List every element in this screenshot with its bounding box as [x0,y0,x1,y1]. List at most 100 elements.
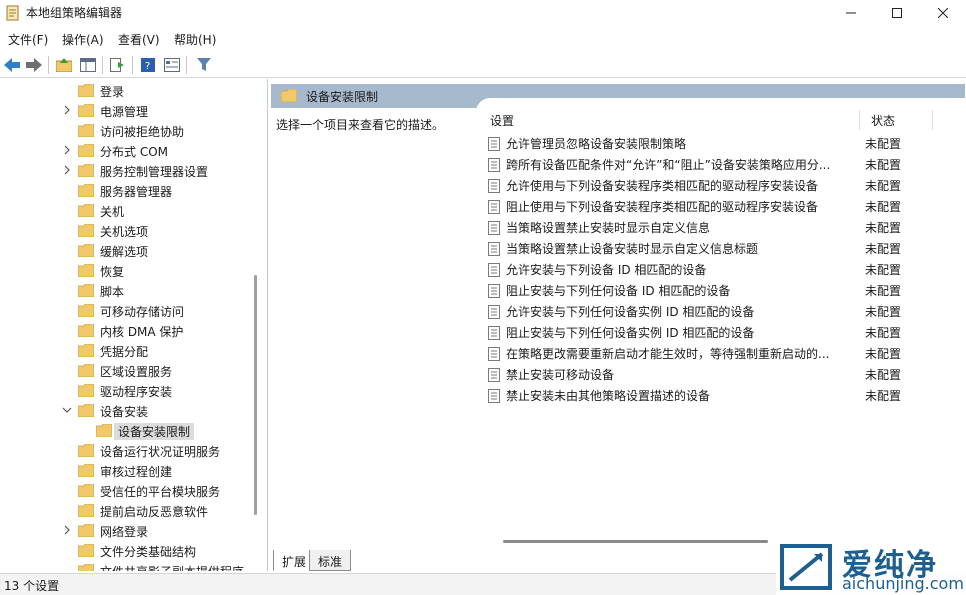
policy-setting-row[interactable]: 跨所有设备匹配条件对“允许”和“阻止”设备安装策略应用分... 未配置 [476,154,956,175]
tree-item[interactable]: 设备安装 [0,401,250,421]
chevron-right-icon[interactable] [62,105,72,115]
toolbar-separator [132,56,133,74]
horizontal-scrollbar[interactable] [503,540,768,543]
policy-setting-state: 未配置 [865,389,902,403]
tree-item[interactable]: 恢复 [0,261,250,281]
tree-item[interactable]: 内核 DMA 保护 [0,321,250,341]
show-hide-tree-button[interactable] [78,55,98,75]
help-button[interactable]: ? [138,55,158,75]
tree-item[interactable]: 文件共享影子副本提供程序 [0,561,250,571]
help-icon: ? [141,58,155,72]
policy-setting-row[interactable]: 允许安装与下列设备 ID 相匹配的设备 未配置 [476,259,956,280]
policy-setting-row[interactable]: 允许管理员忽略设备安装限制策略 未配置 [476,133,956,154]
policy-setting-row[interactable]: 禁止安装未由其他策略设置描述的设备 未配置 [476,385,956,406]
tree-item[interactable]: 凭据分配 [0,341,250,361]
column-header-state[interactable]: 状态 [871,112,895,129]
tree-item-label: 脚本 [100,285,125,299]
tree-item[interactable]: 提前启动反恶意软件 [0,501,250,521]
tab-extended-label: 扩展 [282,555,307,569]
tree-item[interactable]: 审核过程创建 [0,461,250,481]
folder-icon [78,304,94,317]
maximize-icon [892,8,902,18]
tree-item[interactable]: 服务器管理器 [0,181,250,201]
forward-button[interactable] [24,55,44,75]
toolbar: ? [0,52,966,78]
tree-item-label: 关机 [100,205,125,219]
policy-setting-name: 禁止安装未由其他策略设置描述的设备 [506,389,711,403]
maximize-button[interactable] [874,0,920,26]
tree-item[interactable]: 文件分类基础结构 [0,541,250,561]
policy-setting-row[interactable]: 允许使用与下列设备安装程序类相匹配的驱动程序安装设备 未配置 [476,175,956,196]
tree-item[interactable]: 驱动程序安装 [0,381,250,401]
tree-item[interactable]: 可移动存储访问 [0,301,250,321]
policy-setting-name: 当策略设置禁止设备安装时显示自定义信息标题 [506,242,759,256]
folder-icon [78,224,94,237]
policy-setting-row[interactable]: 阻止安装与下列任何设备实例 ID 相匹配的设备 未配置 [476,322,956,343]
folder-icon [78,144,94,157]
tree-item-label: 登录 [100,85,125,99]
folder-icon [78,504,94,517]
policy-setting-name: 允许安装与下列任何设备实例 ID 相匹配的设备 [506,305,755,319]
chevron-right-icon[interactable] [62,165,72,175]
filter-button[interactable] [194,55,214,75]
tree-item[interactable]: 关机选项 [0,221,250,241]
back-button[interactable] [2,55,22,75]
forward-arrow-icon [26,58,42,72]
policy-setting-state: 未配置 [865,242,902,256]
tree-item[interactable]: 电源管理 [0,101,250,121]
tree-item[interactable]: 关机 [0,201,250,221]
tree-item[interactable]: 缓解选项 [0,241,250,261]
folder-icon [78,204,94,217]
policy-setting-state: 未配置 [865,305,902,319]
column-divider[interactable] [859,110,860,130]
menu-help[interactable]: 帮助(H) [174,31,216,48]
menu-bar: 文件(F) 操作(A) 查看(V) 帮助(H) [0,28,966,50]
chevron-right-icon[interactable] [62,145,72,155]
toolbar-separator [102,56,103,74]
policy-setting-state: 未配置 [865,200,902,214]
menu-action[interactable]: 操作(A) [62,31,104,48]
policy-setting-row[interactable]: 当策略设置禁止安装时显示自定义信息 未配置 [476,217,956,238]
policy-setting-row[interactable]: 在策略更改需要重新启动才能生效时，等待强制重新启动的... 未配置 [476,343,956,364]
folder-icon [78,344,94,357]
policy-setting-icon [488,179,500,193]
tree-vertical-scrollbar[interactable] [254,275,257,515]
menu-file[interactable]: 文件(F) [8,31,48,48]
tree-item[interactable]: 登录 [0,81,250,101]
policy-setting-row[interactable]: 允许安装与下列任何设备实例 ID 相匹配的设备 未配置 [476,301,956,322]
tree-item-label: 设备安装 [100,405,149,419]
tree-item[interactable]: 服务控制管理器设置 [0,161,250,181]
chevron-right-icon[interactable] [62,525,72,535]
tree-item-label: 驱动程序安装 [100,385,173,399]
export-list-button[interactable] [108,55,128,75]
watermark-url: aichunjing.com [842,574,964,593]
tree-item[interactable]: 网络登录 [0,521,250,541]
tree-item[interactable]: 访问被拒绝协助 [0,121,250,141]
policy-setting-state: 未配置 [865,137,902,151]
tree-item[interactable]: 脚本 [0,281,250,301]
column-divider[interactable] [932,110,933,130]
column-header-setting[interactable]: 设置 [490,112,514,129]
menu-view[interactable]: 查看(V) [118,31,160,48]
tree-item[interactable]: 受信任的平台模块服务 [0,481,250,501]
tree-item[interactable]: 分布式 COM [0,141,250,161]
close-button[interactable] [920,0,966,26]
up-level-button[interactable] [54,55,74,75]
tree-item[interactable]: 设备安装限制 [0,421,250,441]
folder-icon [78,324,94,337]
tree-item[interactable]: 区域设置服务 [0,361,250,381]
policy-setting-row[interactable]: 禁止安装可移动设备 未配置 [476,364,956,385]
tree-item-label: 区域设置服务 [100,365,173,379]
policy-editor-app-icon [6,5,19,21]
properties-button[interactable] [162,55,182,75]
folder-icon [78,384,94,397]
policy-setting-row[interactable]: 阻止安装与下列任何设备 ID 相匹配的设备 未配置 [476,280,956,301]
policy-setting-row[interactable]: 阻止使用与下列设备安装程序类相匹配的驱动程序安装设备 未配置 [476,196,956,217]
tree-item-label: 文件共享影子副本提供程序 [100,563,244,571]
policy-setting-row[interactable]: 当策略设置禁止设备安装时显示自定义信息标题 未配置 [476,238,956,259]
tree-item[interactable]: 设备运行状况证明服务 [0,441,250,461]
tree-item-label: 可移动存储访问 [100,305,185,319]
tab-standard[interactable]: 标准 [309,550,352,571]
chevron-down-icon[interactable] [62,405,72,415]
minimize-button[interactable] [828,0,874,26]
